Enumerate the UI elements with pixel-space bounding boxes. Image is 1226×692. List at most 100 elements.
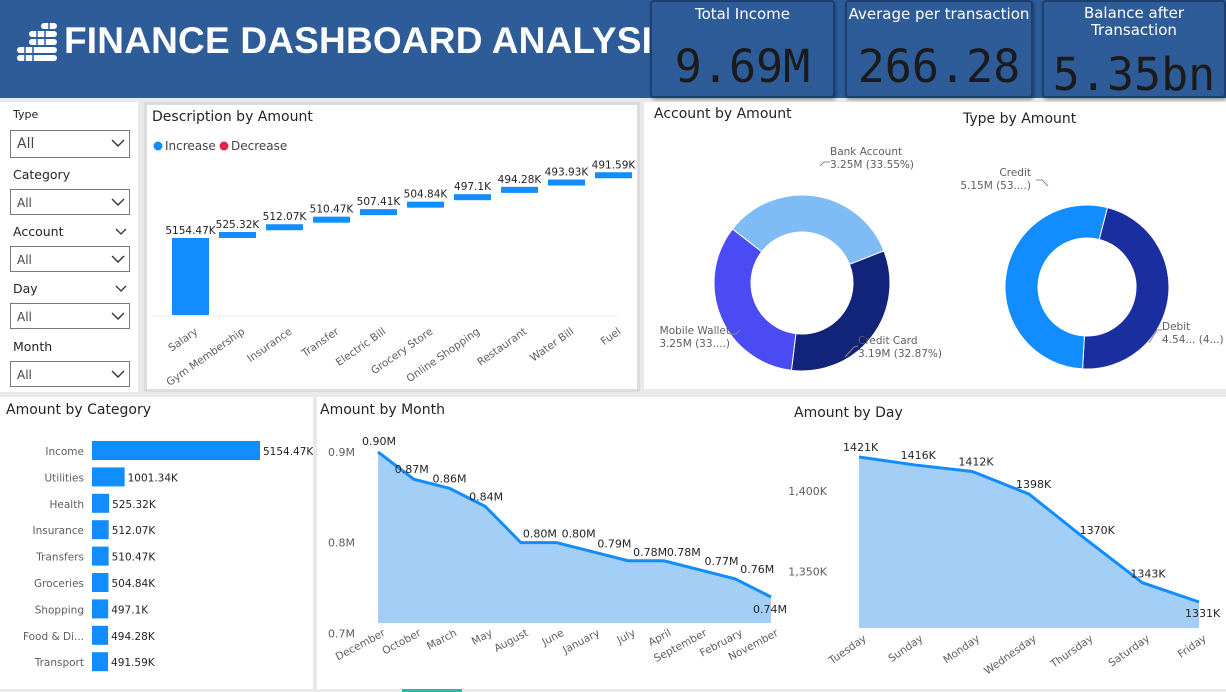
waterfall-x-tick: Restaurant <box>475 326 529 369</box>
area-y-tick: 0.8M <box>328 537 355 550</box>
area-data-label: 1343K <box>1130 568 1166 581</box>
kpi-card-balance: Balance after Transaction 5.35bn <box>1042 0 1226 101</box>
category-data-label: 512.07K <box>112 525 157 537</box>
trend-area-charts[interactable]: 0.9M0.8M0.7M0.90MDecember0.87MOctober0.8… <box>317 397 1226 689</box>
category-y-tick: Shopping <box>35 604 84 616</box>
donut-slice-name: Credit Card <box>858 335 917 347</box>
slicer-label-account: Account <box>13 224 64 239</box>
area-x-tick: May <box>470 627 495 648</box>
waterfall-x-tick: Transfer <box>299 325 342 360</box>
area-data-label: 1331K <box>1185 607 1221 620</box>
legend-label-increase: Increase <box>165 139 216 153</box>
dropdown-value: All <box>17 310 32 324</box>
kpi-label: Balance after Transaction <box>1083 4 1185 39</box>
slicer-label-day: Day <box>13 281 38 296</box>
area-x-tick: Thursday <box>1048 633 1096 671</box>
area-x-tick: March <box>425 627 459 653</box>
donut-slice-value: 3.25M (33....) <box>659 338 730 350</box>
area-x-tick: October <box>380 627 423 658</box>
category-bar <box>92 599 109 619</box>
legend-marker-decrease <box>219 141 229 151</box>
slicer-label-category: Category <box>13 167 71 182</box>
waterfall-bar <box>219 232 256 238</box>
category-dropdown[interactable]: All <box>10 189 130 215</box>
area-data-label: 0.74M <box>753 603 787 616</box>
waterfall-data-label: 525.32K <box>216 219 261 231</box>
area-x-tick: August <box>492 627 530 655</box>
coin-stack-icon <box>17 23 57 61</box>
area-y-tick: 0.9M <box>328 446 355 459</box>
category-bar <box>92 467 125 487</box>
day-dropdown[interactable]: All <box>10 303 130 329</box>
donut-slice-value: 4.54... (4...) <box>1162 334 1224 346</box>
category-y-tick: Food & Di... <box>23 631 84 643</box>
donut-panel: Account by Amount Type by Amount Bank Ac… <box>644 102 1226 389</box>
chevron-down-icon <box>111 370 125 378</box>
category-bar-chart[interactable]: Income 5154.47K Utilities 1001.34K Health 525… <box>0 397 313 689</box>
category-y-tick: Income <box>45 446 84 458</box>
area-data-label: 0.77M <box>705 555 739 568</box>
category-bar <box>92 441 260 460</box>
donut-slice-name: Debit <box>1162 321 1190 333</box>
donut-slice-value: 3.19M (32.87%) <box>858 348 942 360</box>
waterfall-bar <box>266 224 303 231</box>
chevron-down-icon[interactable] <box>115 228 127 236</box>
area-data-label: 0.78M <box>667 546 701 559</box>
month-dropdown[interactable]: All <box>10 361 130 387</box>
waterfall-x-tick: Salary <box>166 326 200 355</box>
category-y-tick: Transport <box>34 657 84 669</box>
chevron-down-icon <box>111 139 125 147</box>
category-data-label: 504.84K <box>111 578 156 590</box>
category-y-tick: Utilities <box>44 472 84 484</box>
area-data-label: 0.90M <box>362 435 396 448</box>
slicer-label-month: Month <box>13 339 53 354</box>
donut-charts[interactable]: Bank Account3.25M (33.55%) Credit Card3.1… <box>644 102 1226 389</box>
area-data-label: 1416K <box>901 449 937 462</box>
waterfall-x-tick: Gym Membership <box>164 325 247 388</box>
donut-slice-name: Mobile Wallet <box>660 325 730 337</box>
category-bar <box>92 520 109 540</box>
description-chart-panel: Description by Amount Increase Decrease 51… <box>144 102 640 392</box>
category-y-tick: Insurance <box>32 525 84 537</box>
area-x-tick: Friday <box>1176 633 1209 661</box>
chevron-down-icon[interactable] <box>115 285 127 293</box>
area-data-label: 1398K <box>1016 478 1052 491</box>
kpi-label: Average per transaction <box>848 5 1030 23</box>
category-data-label: 491.59K <box>111 657 156 669</box>
area-y-tick: 1,400K <box>788 485 827 498</box>
account-dropdown[interactable]: All <box>10 246 130 272</box>
category-data-label: 525.32K <box>112 499 157 511</box>
category-bar <box>92 652 109 672</box>
category-data-label: 497.1K <box>111 604 149 616</box>
area-data-label: 0.84M <box>469 490 503 503</box>
waterfall-data-label: 5154.47K <box>165 225 216 237</box>
type-dropdown[interactable]: All <box>10 130 130 158</box>
waterfall-data-label: 512.07K <box>263 211 308 223</box>
area-x-tick: Monday <box>941 633 982 667</box>
waterfall-data-label: 510.47K <box>310 204 355 216</box>
category-bar <box>92 546 109 566</box>
donut-slice-name: Credit <box>999 167 1031 179</box>
area-x-tick: Sunday <box>886 633 925 665</box>
waterfall-bar <box>172 238 209 315</box>
area-x-tick: Saturday <box>1106 633 1152 670</box>
donut-leader-line <box>1036 179 1049 187</box>
donut-slice-value: 3.25M (33.55%) <box>830 159 914 171</box>
waterfall-x-tick: Insurance <box>245 326 294 365</box>
category-bar <box>92 625 109 645</box>
waterfall-bar <box>360 209 397 216</box>
slicer-label-type: Type <box>13 108 39 121</box>
dropdown-value: All <box>17 253 32 267</box>
area-y-tick: 1,350K <box>788 565 827 578</box>
dropdown-value: All <box>17 196 32 210</box>
waterfall-data-label: 497.1K <box>454 181 492 193</box>
kpi-value: 5.35bn <box>1052 48 1216 101</box>
category-data-label: 5154.47K <box>263 446 313 458</box>
dashboard-title: FINANCE DASHBOARD ANALYSIS <box>64 20 678 61</box>
description-waterfall-chart[interactable]: Increase Decrease 5154.47K Salary 525.32K Gym… <box>147 105 637 389</box>
category-y-tick: Groceries <box>34 578 84 590</box>
area-data-label: 1412K <box>958 456 994 469</box>
area-data-label: 1370K <box>1080 524 1116 537</box>
waterfall-data-label: 507.41K <box>357 196 402 208</box>
waterfall-x-tick: Fuel <box>599 326 623 348</box>
